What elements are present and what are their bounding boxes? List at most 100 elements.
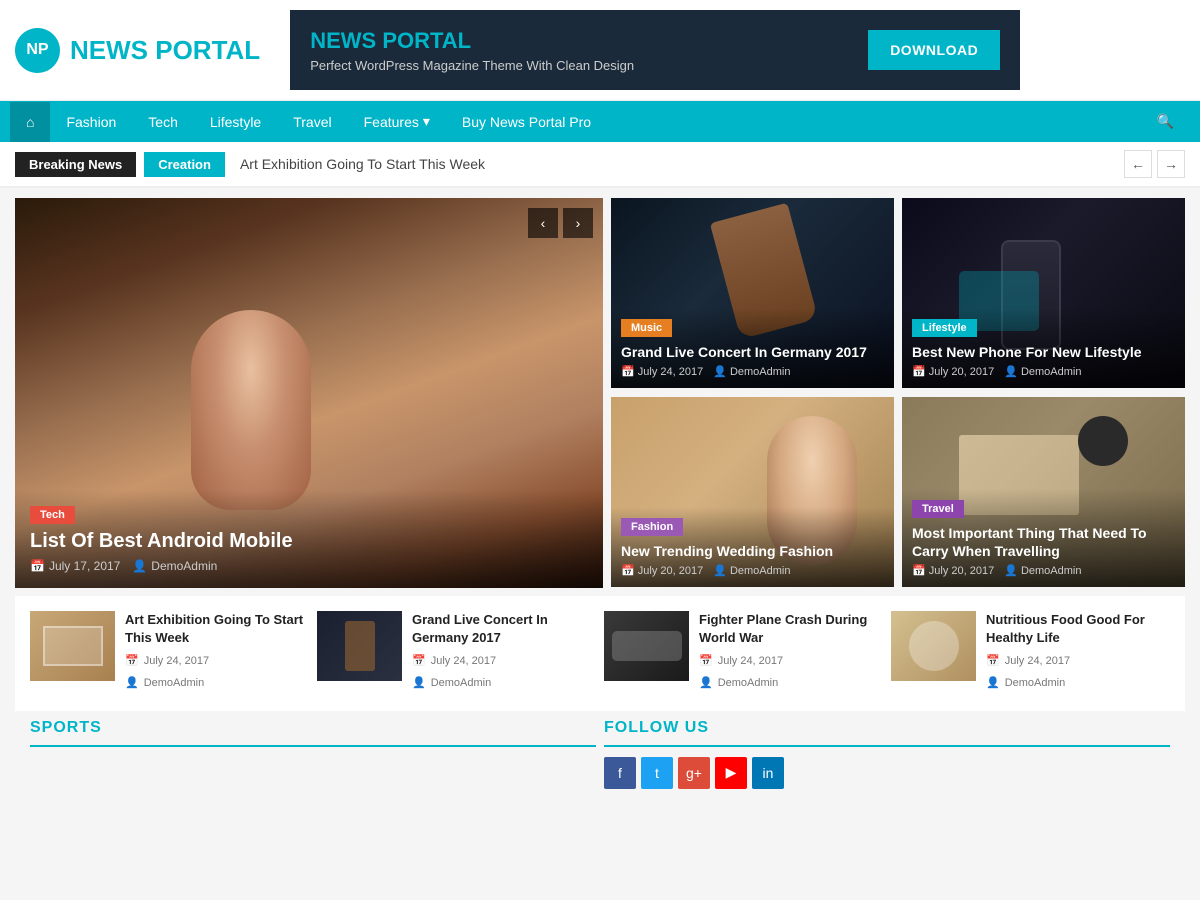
facebook-icon[interactable]: f: [604, 757, 636, 789]
strip-thumb-art: [30, 611, 115, 681]
card-travel-date: 📅 July 20, 2017: [912, 564, 994, 577]
strip-content-concert: Grand Live Concert In Germany 2017 📅 Jul…: [412, 611, 596, 696]
card-lifestyle-tag: Lifestyle: [912, 319, 977, 337]
logo-text: NEWS PORTAL: [70, 35, 260, 66]
main-nav: ⌂ Fashion Tech Lifestyle Travel Features…: [0, 101, 1200, 142]
hero-title: List Of Best Android Mobile: [30, 530, 588, 553]
strip-author-food: 👤 DemoAdmin: [986, 674, 1170, 694]
strip-title-concert: Grand Live Concert In Germany 2017: [412, 611, 596, 647]
follow-section: FOLLOW US f t g+ ▶ in: [604, 719, 1170, 789]
card-lifestyle-info: Lifestyle Best New Phone For New Lifesty…: [902, 308, 1185, 388]
sports-section: SPORTS: [30, 719, 596, 789]
strip-meta-concert: 📅 July 24, 2017 👤 DemoAdmin: [412, 652, 596, 694]
strip-date-food: 📅 July 24, 2017: [986, 652, 1170, 672]
card-fashion-date: 📅 July 20, 2017: [621, 564, 703, 577]
card-travel-tag: Travel: [912, 500, 964, 518]
card-music-meta: 📅 July 24, 2017 👤 DemoAdmin: [621, 365, 884, 378]
card-music-title: Grand Live Concert In Germany 2017: [621, 343, 884, 361]
follow-title: FOLLOW US: [604, 719, 709, 736]
site-header: NP NEWS PORTAL NEWS PORTAL Perfect WordP…: [0, 0, 1200, 101]
strip-content-food: Nutritious Food Good For Healthy Life 📅 …: [986, 611, 1170, 696]
card-music-tag: Music: [621, 319, 672, 337]
strip-meta-food: 📅 July 24, 2017 👤 DemoAdmin: [986, 652, 1170, 694]
strip-thumb-concert: [317, 611, 402, 681]
ad-banner-text: NEWS PORTAL Perfect WordPress Magazine T…: [310, 28, 848, 73]
strip-thumb-food: [891, 611, 976, 681]
strip-thumb-plane: [604, 611, 689, 681]
chevron-down-icon: ▾: [423, 113, 430, 130]
main-content: ‹ › Tech List Of Best Android Mobile 📅Ju…: [0, 188, 1200, 809]
nav-search-icon[interactable]: 🔍: [1141, 101, 1190, 142]
grid-top-right: Music Grand Live Concert In Germany 2017…: [611, 198, 894, 588]
hero-prev-btn[interactable]: ‹: [528, 208, 558, 238]
card-lifestyle[interactable]: Lifestyle Best New Phone For New Lifesty…: [902, 198, 1185, 388]
strip-title-plane: Fighter Plane Crash During World War: [699, 611, 883, 647]
card-lifestyle-author: 👤 DemoAdmin: [1004, 365, 1081, 378]
card-travel-title: Most Important Thing That Need To Carry …: [912, 524, 1175, 560]
googleplus-icon[interactable]: g+: [678, 757, 710, 789]
strip-meta-art: 📅 July 24, 2017 👤 DemoAdmin: [125, 652, 309, 694]
card-fashion-tag: Fashion: [621, 518, 683, 536]
card-lifestyle-title: Best New Phone For New Lifestyle: [912, 343, 1175, 361]
card-fashion-author: 👤 DemoAdmin: [713, 564, 790, 577]
strip-item-art[interactable]: Art Exhibition Going To Start This Week …: [30, 611, 309, 696]
youtube-icon[interactable]: ▶: [715, 757, 747, 789]
hero-info: Tech List Of Best Android Mobile 📅July 1…: [15, 490, 603, 588]
strip-content-plane: Fighter Plane Crash During World War 📅 J…: [699, 611, 883, 696]
breaking-arrows: ← →: [1124, 150, 1185, 178]
hero-card[interactable]: ‹ › Tech List Of Best Android Mobile 📅Ju…: [15, 198, 603, 588]
strip-title-art: Art Exhibition Going To Start This Week: [125, 611, 309, 647]
nav-item-tech[interactable]: Tech: [132, 102, 194, 142]
breaking-tag: Creation: [144, 152, 225, 177]
strip-meta-plane: 📅 July 24, 2017 👤 DemoAdmin: [699, 652, 883, 694]
hero-author: 👤DemoAdmin: [132, 559, 217, 573]
grid-bottom-right: Lifestyle Best New Phone For New Lifesty…: [902, 198, 1185, 588]
hero-nav: ‹ ›: [528, 208, 593, 238]
card-travel-info: Travel Most Important Thing That Need To…: [902, 489, 1185, 587]
card-fashion-meta: 📅 July 20, 2017 👤 DemoAdmin: [621, 564, 884, 577]
hero-next-btn[interactable]: ›: [563, 208, 593, 238]
strip-item-food[interactable]: Nutritious Food Good For Healthy Life 📅 …: [891, 611, 1170, 696]
social-icons: f t g+ ▶ in: [604, 757, 1170, 789]
logo[interactable]: NP NEWS PORTAL: [15, 28, 260, 73]
strip-item-plane[interactable]: Fighter Plane Crash During World War 📅 J…: [604, 611, 883, 696]
download-button[interactable]: DOWNLOAD: [868, 30, 1000, 70]
ad-banner-title: NEWS PORTAL: [310, 28, 848, 54]
strip-date-plane: 📅 July 24, 2017: [699, 652, 883, 672]
strip-item-concert[interactable]: Grand Live Concert In Germany 2017 📅 Jul…: [317, 611, 596, 696]
twitter-icon[interactable]: t: [641, 757, 673, 789]
nav-item-buy[interactable]: Buy News Portal Pro: [446, 102, 607, 142]
nav-item-lifestyle[interactable]: Lifestyle: [194, 102, 277, 142]
hero-meta: 📅July 17, 2017 👤DemoAdmin: [30, 559, 588, 573]
card-music[interactable]: Music Grand Live Concert In Germany 2017…: [611, 198, 894, 388]
strip-content-art: Art Exhibition Going To Start This Week …: [125, 611, 309, 696]
card-lifestyle-meta: 📅 July 20, 2017 👤 DemoAdmin: [912, 365, 1175, 378]
nav-item-fashion[interactable]: Fashion: [50, 102, 132, 142]
hero-grid: ‹ › Tech List Of Best Android Mobile 📅Ju…: [15, 198, 1185, 588]
breaking-news-bar: Breaking News Creation Art Exhibition Go…: [0, 142, 1200, 188]
nav-home[interactable]: ⌂: [10, 102, 50, 142]
breaking-next-btn[interactable]: →: [1157, 150, 1185, 178]
card-music-info: Music Grand Live Concert In Germany 2017…: [611, 308, 894, 388]
strip-author-art: 👤 DemoAdmin: [125, 674, 309, 694]
sports-header: SPORTS: [30, 719, 596, 747]
nav-item-features[interactable]: Features ▾: [348, 101, 446, 142]
linkedin-icon[interactable]: in: [752, 757, 784, 789]
card-travel-author: 👤 DemoAdmin: [1004, 564, 1081, 577]
card-travel[interactable]: Travel Most Important Thing That Need To…: [902, 397, 1185, 587]
hero-date: 📅July 17, 2017: [30, 559, 120, 573]
breaking-prev-btn[interactable]: ←: [1124, 150, 1152, 178]
strip-author-plane: 👤 DemoAdmin: [699, 674, 883, 694]
follow-header: FOLLOW US: [604, 719, 1170, 747]
strip-title-food: Nutritious Food Good For Healthy Life: [986, 611, 1170, 647]
nav-item-travel[interactable]: Travel: [277, 102, 347, 142]
card-fashion-title: New Trending Wedding Fashion: [621, 542, 884, 560]
news-strip: Art Exhibition Going To Start This Week …: [15, 596, 1185, 711]
strip-date-art: 📅 July 24, 2017: [125, 652, 309, 672]
card-fashion[interactable]: Fashion New Trending Wedding Fashion 📅 J…: [611, 397, 894, 587]
card-travel-meta: 📅 July 20, 2017 👤 DemoAdmin: [912, 564, 1175, 577]
ad-banner: NEWS PORTAL Perfect WordPress Magazine T…: [290, 10, 1020, 90]
breaking-label: Breaking News: [15, 152, 136, 177]
strip-author-concert: 👤 DemoAdmin: [412, 674, 596, 694]
sports-title: SPORTS: [30, 719, 102, 736]
